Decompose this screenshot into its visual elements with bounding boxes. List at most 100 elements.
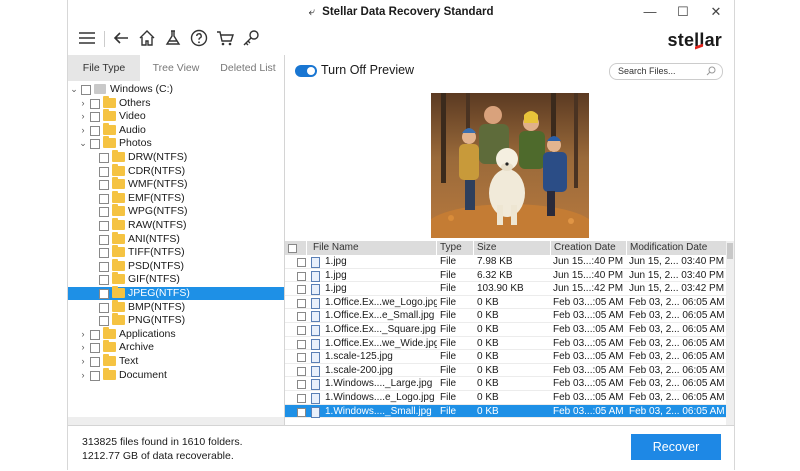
tree-item-checkbox[interactable]	[99, 180, 109, 191]
tree-item[interactable]: CDR(NTFS)	[68, 163, 284, 178]
tab-tree-view[interactable]: Tree View	[140, 55, 212, 81]
undo-icon[interactable]: ⤶	[309, 6, 315, 18]
close-button[interactable]: ✕	[701, 3, 731, 21]
tree-item[interactable]: RAW(NTFS)	[68, 218, 284, 232]
tree-expand-icon[interactable]: ›	[79, 328, 87, 341]
tree-item-checkbox[interactable]	[90, 329, 100, 340]
search-icon[interactable]	[706, 66, 716, 81]
tree-item[interactable]: TIFF(NTFS)	[68, 245, 284, 259]
tree-item-checkbox[interactable]	[81, 85, 91, 95]
home-icon[interactable]	[136, 27, 158, 49]
column-header-size[interactable]: Size	[474, 241, 551, 255]
tree-item[interactable]: WMF(NTFS)	[68, 177, 284, 191]
recover-button[interactable]: Recover	[631, 434, 721, 460]
tree-item[interactable]: WPG(NTFS)	[68, 204, 284, 218]
scrollbar-thumb[interactable]	[727, 243, 733, 259]
row-checkbox[interactable]	[297, 285, 306, 295]
row-checkbox[interactable]	[297, 366, 306, 376]
tree-item[interactable]: › Others	[68, 95, 284, 110]
menu-icon[interactable]	[76, 27, 98, 49]
tree-item-checkbox[interactable]	[90, 112, 100, 123]
tree-item-checkbox[interactable]	[99, 316, 109, 327]
tree-item[interactable]: › Document	[68, 367, 284, 382]
maximize-button[interactable]: ☐	[668, 3, 698, 21]
horizontal-scrollbar[interactable]	[68, 417, 284, 425]
tree-item[interactable]: ⌄ Photos	[68, 136, 284, 150]
tree-item[interactable]: ⌄ Windows (C:)	[68, 83, 284, 96]
tree-item-checkbox[interactable]	[99, 234, 109, 245]
row-checkbox[interactable]	[297, 407, 306, 417]
cart-icon[interactable]	[214, 27, 236, 49]
search-input[interactable]: Search Files...	[609, 63, 723, 80]
tree-item-checkbox[interactable]	[90, 370, 100, 381]
tree-expand-icon[interactable]: ⌄	[70, 83, 78, 96]
tree-item-checkbox[interactable]	[90, 125, 100, 136]
tree-item[interactable]: EMF(NTFS)	[68, 190, 284, 205]
table-row[interactable]: 1.scale-200.jpg File 0 KB Feb 03...:05 AM Fe…	[285, 364, 726, 378]
tree-item-checkbox[interactable]	[99, 289, 109, 299]
tree-item-checkbox[interactable]	[99, 193, 109, 204]
tree-item[interactable]: ANI(NTFS)	[68, 231, 284, 246]
tree-item[interactable]: JPEG(NTFS)	[68, 286, 284, 300]
tree-expand-icon[interactable]: ›	[79, 110, 87, 123]
column-header-type[interactable]: Type	[437, 241, 474, 255]
tree-item[interactable]: DRW(NTFS)	[68, 150, 284, 164]
table-row[interactable]: 1.Office.Ex...we_Logo.jpg File 0 KB Feb 03.…	[285, 296, 726, 310]
tree-item[interactable]: BMP(NTFS)	[68, 299, 284, 314]
table-row[interactable]: 1.Windows...._Large.jpg File 0 KB Feb 03...…	[285, 377, 726, 391]
tree-item-checkbox[interactable]	[90, 357, 100, 367]
tree-expand-icon[interactable]: ›	[79, 355, 87, 368]
row-checkbox[interactable]	[297, 339, 306, 349]
column-header-creation-date[interactable]: Creation Date	[551, 241, 627, 255]
tree-expand-icon[interactable]: ›	[79, 97, 87, 110]
tree-expand-icon[interactable]: ›	[79, 369, 87, 382]
tree-item[interactable]: PSD(NTFS)	[68, 258, 284, 273]
tree-item-checkbox[interactable]	[99, 275, 109, 286]
row-checkbox[interactable]	[297, 380, 306, 390]
table-row[interactable]: 1.Office.Ex...e_Small.jpg File 0 KB Feb 03.…	[285, 309, 726, 323]
row-checkbox[interactable]	[297, 258, 306, 267]
tree-expand-icon[interactable]: ›	[79, 124, 87, 137]
row-checkbox[interactable]	[297, 298, 306, 308]
table-row[interactable]: 1.Windows...._Small.jpg File 0 KB Feb 03...…	[285, 404, 726, 419]
scan-icon[interactable]	[162, 27, 184, 49]
tree-item-checkbox[interactable]	[99, 302, 109, 313]
tree-item-checkbox[interactable]	[99, 153, 109, 163]
select-all-checkbox[interactable]	[288, 244, 297, 253]
table-row[interactable]: 1.Windows....e_Logo.jpg File 0 KB Feb 03...…	[285, 391, 726, 405]
table-row[interactable]: 1.Office.Ex...we_Wide.jpg File 0 KB Feb 03.…	[285, 337, 726, 351]
column-header-file-name[interactable]: File Name	[307, 241, 437, 255]
tree-item[interactable]: › Text	[68, 354, 284, 368]
preview-toggle[interactable]	[295, 65, 317, 77]
table-row[interactable]: 1.jpg File 103.90 KB Jun 15...:42 PM Jun 15,…	[285, 282, 726, 296]
tree-item[interactable]: › Audio	[68, 122, 284, 137]
row-checkbox[interactable]	[297, 326, 306, 335]
key-icon[interactable]	[240, 27, 262, 49]
tree-item-checkbox[interactable]	[90, 139, 100, 150]
column-header-modification-date[interactable]: Modification Date	[627, 241, 726, 255]
tree-item-checkbox[interactable]	[90, 343, 100, 354]
tree-item[interactable]: › Applications	[68, 326, 284, 341]
table-row[interactable]: 1.scale-125.jpg File 0 KB Feb 03...:05 AM Fe…	[285, 350, 726, 364]
tree-item-checkbox[interactable]	[99, 221, 109, 231]
minimize-button[interactable]: —	[635, 3, 665, 21]
vertical-scrollbar[interactable]	[726, 241, 734, 425]
table-row[interactable]: 1.jpg File 7.98 KB Jun 15...:40 PM Jun 15, 2…	[285, 255, 726, 269]
tree-item[interactable]: › Archive	[68, 340, 284, 354]
tree-item-checkbox[interactable]	[90, 98, 100, 109]
tree-item-checkbox[interactable]	[99, 166, 109, 177]
tree-item[interactable]: PNG(NTFS)	[68, 313, 284, 327]
tree-item[interactable]: › Video	[68, 109, 284, 123]
row-checkbox[interactable]	[297, 271, 306, 281]
row-checkbox[interactable]	[297, 353, 306, 363]
row-checkbox[interactable]	[297, 394, 306, 403]
tree-item[interactable]: GIF(NTFS)	[68, 272, 284, 286]
tree-item-checkbox[interactable]	[99, 207, 109, 218]
tab-deleted-list[interactable]: Deleted List	[212, 55, 284, 81]
row-checkbox[interactable]	[297, 312, 306, 322]
help-icon[interactable]	[188, 27, 210, 49]
tree-expand-icon[interactable]: ›	[79, 341, 87, 354]
tree-item-checkbox[interactable]	[99, 261, 109, 272]
table-row[interactable]: 1.Office.Ex..._Square.jpg File 0 KB Feb 03.…	[285, 323, 726, 337]
back-icon[interactable]	[110, 27, 132, 49]
